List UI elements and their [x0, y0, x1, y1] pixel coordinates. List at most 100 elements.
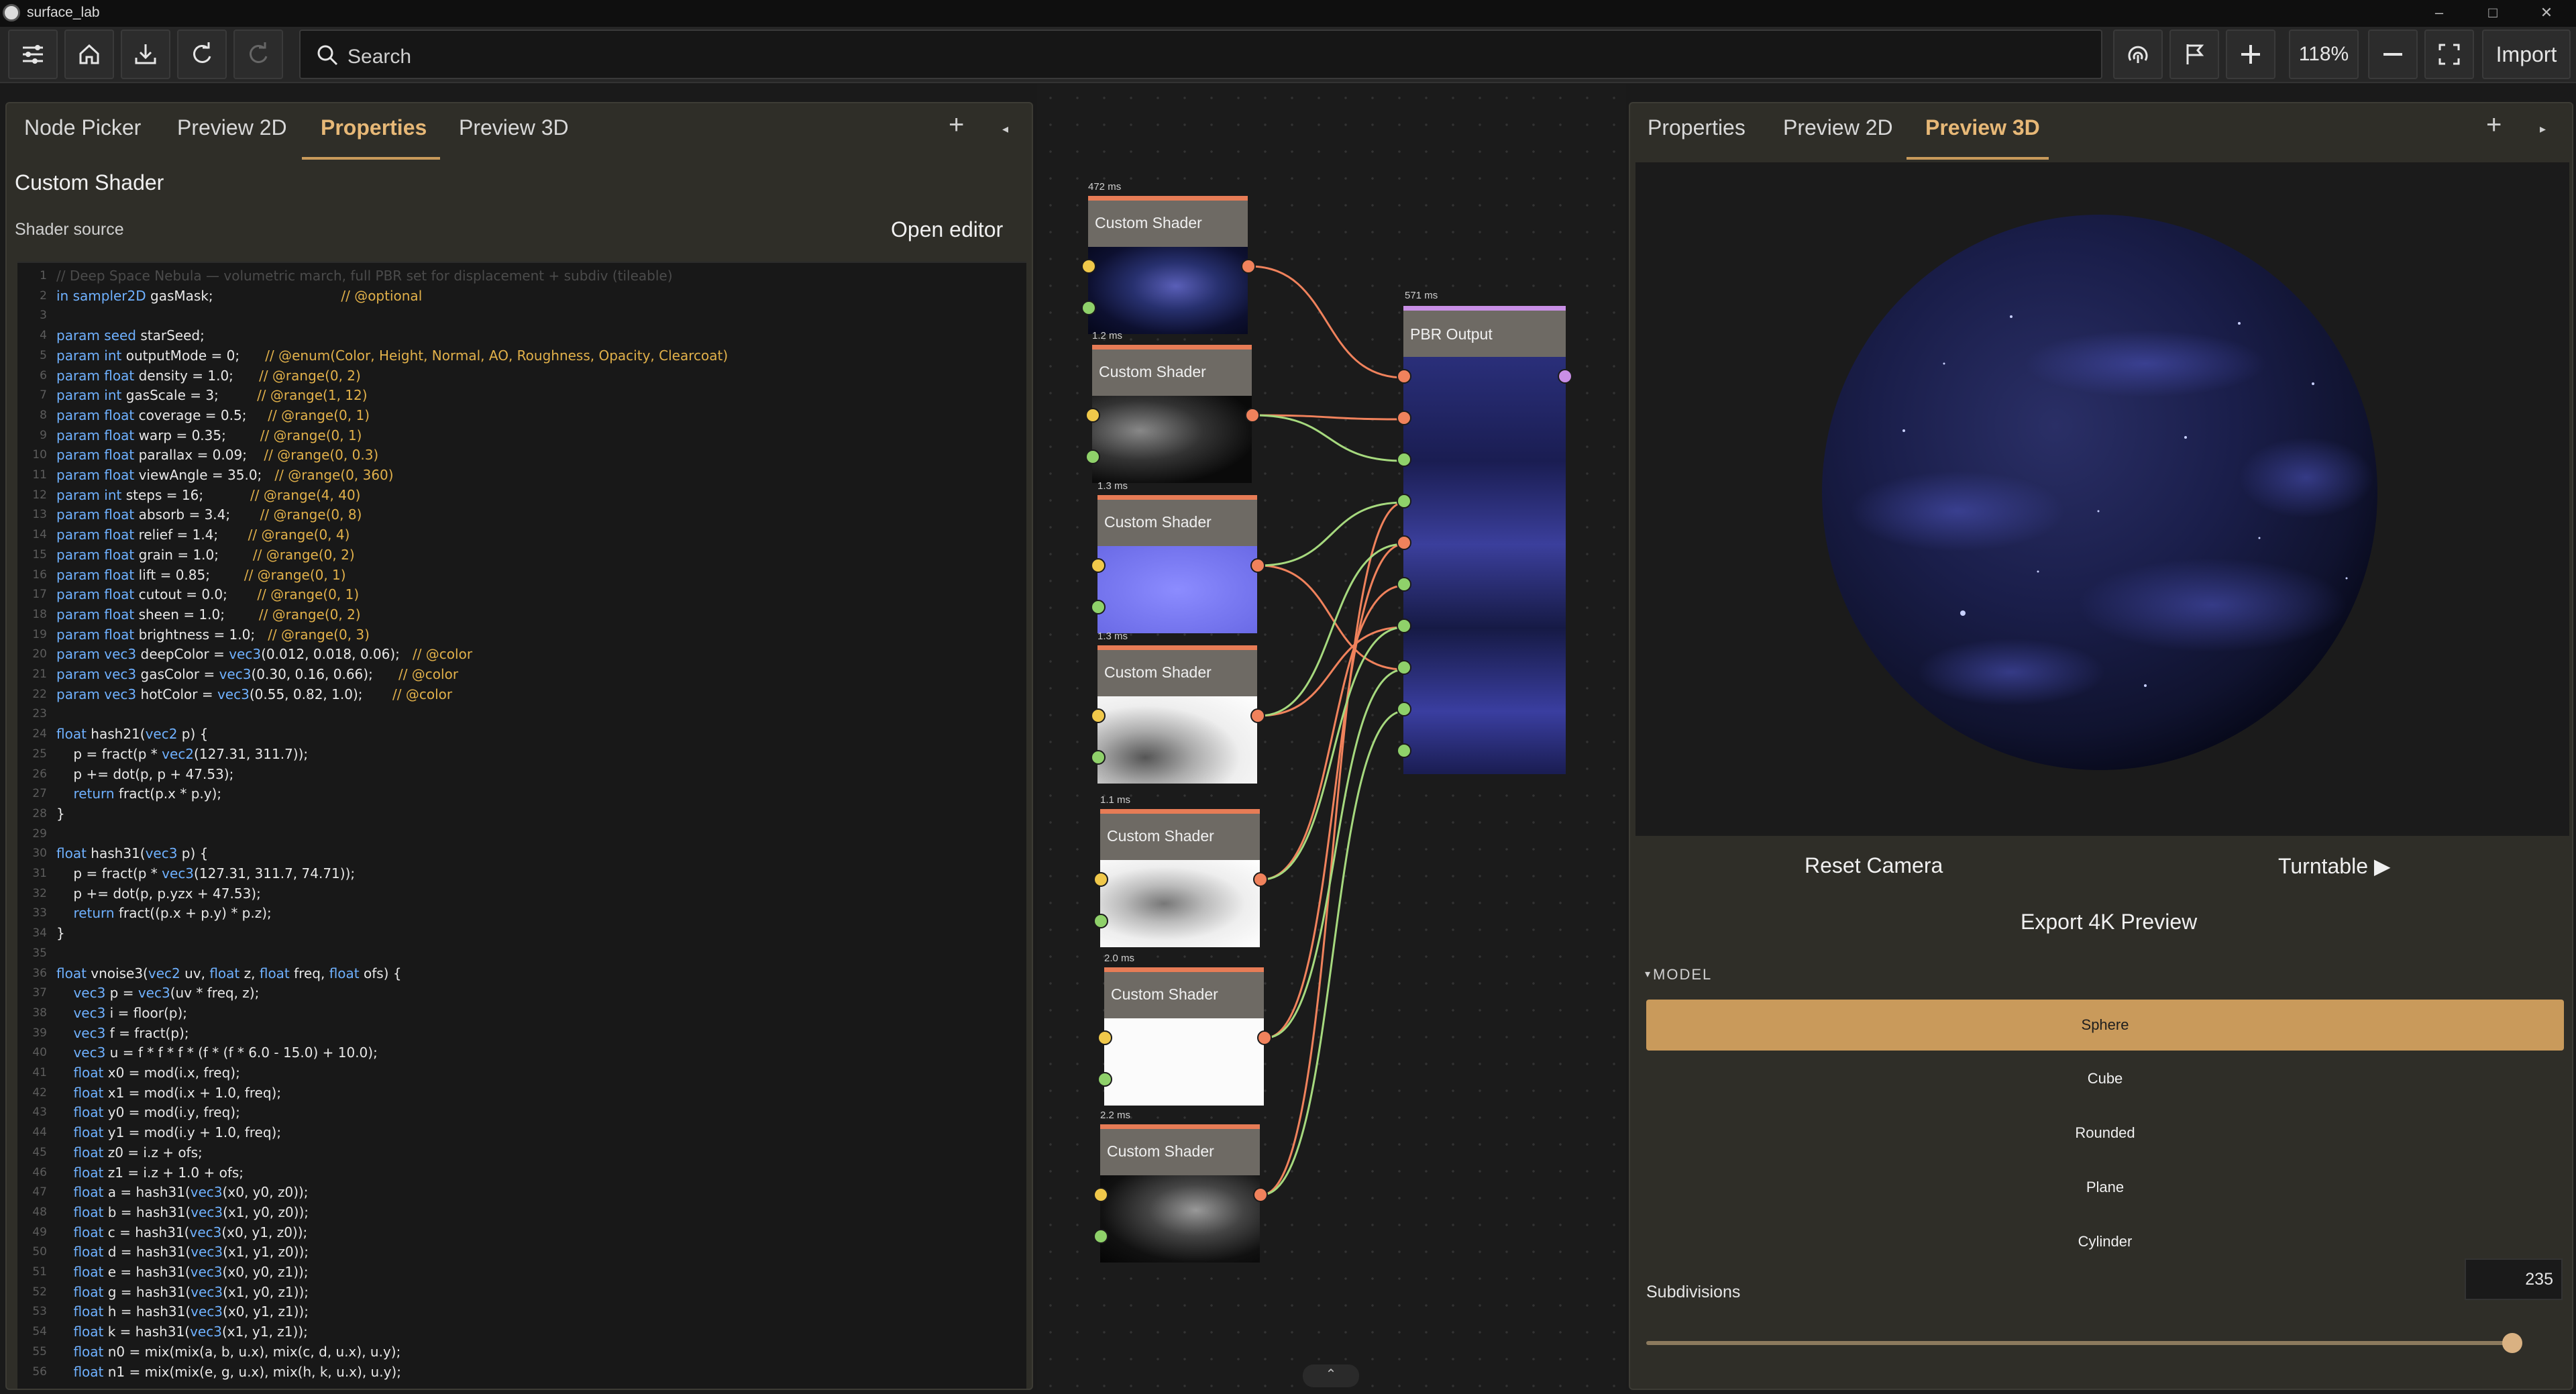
turntable-button[interactable]: Turntable ▶ [2278, 853, 2391, 879]
menu-button[interactable] [8, 30, 58, 79]
shader-source-label: Shader source [15, 220, 124, 239]
input-port[interactable] [1091, 558, 1106, 573]
graph-expand-button[interactable]: ⌃ [1303, 1364, 1359, 1387]
input-port[interactable] [1091, 750, 1106, 765]
input-port[interactable] [1397, 452, 1411, 467]
custom-shader-node-4[interactable]: 1.3 ms Custom Shader [1091, 631, 1265, 784]
input-port[interactable] [1091, 600, 1106, 614]
node-title: Custom Shader [1107, 1142, 1214, 1160]
code-editor[interactable]: 1 // Deep Space Nebula — volumetric march… [17, 262, 1026, 1389]
output-port[interactable] [1250, 708, 1265, 723]
output-port[interactable] [1558, 369, 1572, 384]
model-option-sphere[interactable]: Sphere [1646, 1000, 2564, 1051]
input-port[interactable] [1397, 619, 1411, 633]
input-port[interactable] [1081, 301, 1096, 315]
subdivisions-input[interactable]: 235 [2465, 1258, 2563, 1300]
tab-preview-3d[interactable]: Preview 3D [459, 115, 569, 140]
output-port[interactable] [1253, 872, 1268, 887]
pbr-output-node[interactable]: 571 ms PBR Output [1397, 290, 1572, 774]
input-port[interactable] [1397, 577, 1411, 592]
input-port-height[interactable] [1397, 411, 1411, 425]
sphere-preview [1822, 215, 2377, 770]
3d-viewport[interactable] [1635, 162, 2569, 836]
output-port[interactable] [1250, 558, 1265, 573]
input-port[interactable] [1397, 743, 1411, 758]
zoom-out-button[interactable] [2368, 30, 2418, 79]
tab-properties[interactable]: Properties [1648, 115, 1746, 140]
tab-node-picker[interactable]: Node Picker [24, 115, 141, 140]
node-title: Custom Shader [1104, 663, 1212, 681]
add-tab-button[interactable]: + [2486, 110, 2502, 140]
search-input[interactable]: Search [299, 30, 2102, 79]
output-port[interactable] [1257, 1030, 1272, 1045]
input-port[interactable] [1397, 702, 1411, 716]
line-number: 32 [32, 886, 47, 900]
input-port-normal[interactable] [1397, 535, 1411, 550]
model-section-header[interactable]: MODEL [1653, 966, 1712, 983]
left-panel: Node Picker Preview 2D Properties Previe… [5, 102, 1033, 1390]
model-option-plane[interactable]: Plane [1646, 1162, 2564, 1213]
input-port[interactable] [1093, 872, 1108, 887]
download-button[interactable] [121, 30, 170, 79]
export-preview-button[interactable]: Export 4K Preview [2021, 910, 2197, 934]
input-port[interactable] [1097, 1030, 1112, 1045]
tab-preview-2d[interactable]: Preview 2D [1783, 115, 1893, 140]
custom-shader-node-3[interactable]: 1.3 ms Custom Shader [1091, 480, 1265, 633]
code-text: float b = hash31(vec3(x1, y0, z0)); [73, 1203, 309, 1220]
model-option-cylinder[interactable]: Cylinder [1646, 1216, 2564, 1267]
input-port[interactable] [1397, 660, 1411, 675]
input-port-color[interactable] [1397, 369, 1411, 384]
close-button[interactable]: ✕ [2526, 0, 2567, 27]
tab-properties[interactable]: Properties [321, 115, 427, 140]
home-button[interactable] [64, 30, 114, 79]
input-port[interactable] [1097, 1072, 1112, 1087]
custom-shader-node-6[interactable]: 2.0 ms Custom Shader [1097, 953, 1272, 1106]
output-port[interactable] [1253, 1187, 1268, 1202]
collapse-panel-button[interactable]: ◂ [1002, 122, 1008, 136]
input-port[interactable] [1085, 449, 1100, 464]
add-tab-button[interactable]: + [949, 110, 964, 140]
node-title: Custom Shader [1099, 363, 1206, 380]
code-text: param float lift = 0.85; // @range(0, 1) [56, 566, 346, 583]
tab-preview-2d[interactable]: Preview 2D [177, 115, 287, 140]
refresh-button[interactable] [233, 30, 283, 79]
fingerprint-button[interactable] [2113, 30, 2163, 79]
input-port[interactable] [1093, 914, 1108, 928]
import-button[interactable]: Import [2482, 30, 2571, 79]
redo-button[interactable] [177, 30, 227, 79]
input-port[interactable] [1081, 259, 1096, 274]
collapse-model-icon[interactable]: ▾ [1645, 967, 1650, 981]
tab-preview-3d[interactable]: Preview 3D [1925, 115, 2040, 140]
minimize-button[interactable]: – [2419, 0, 2459, 27]
line-number: 7 [40, 388, 47, 403]
subdivisions-slider[interactable] [1646, 1341, 2510, 1345]
model-option-cube[interactable]: Cube [1646, 1053, 2564, 1104]
flag-button[interactable] [2169, 30, 2219, 79]
reset-camera-button[interactable]: Reset Camera [1805, 853, 1943, 878]
zoom-in-button[interactable] [2226, 30, 2275, 79]
output-port[interactable] [1245, 408, 1260, 423]
custom-shader-node-5[interactable]: 1.1 ms Custom Shader [1093, 794, 1268, 947]
collapse-panel-button[interactable]: ▸ [2540, 122, 2546, 136]
open-editor-button[interactable]: Open editor [891, 217, 1003, 242]
input-port[interactable] [1091, 708, 1106, 723]
connection-wire [1249, 265, 1405, 379]
model-option-rounded[interactable]: Rounded [1646, 1108, 2564, 1159]
input-port[interactable] [1397, 494, 1411, 508]
code-text: param vec3 hotColor = vec3(0.55, 0.82, 1… [56, 686, 453, 702]
custom-shader-node-1[interactable]: 472 ms Custom Shader [1081, 181, 1256, 334]
input-port[interactable] [1093, 1229, 1108, 1244]
custom-shader-node-7[interactable]: 2.2 ms Custom Shader [1093, 1110, 1268, 1263]
output-port[interactable] [1241, 259, 1256, 274]
input-port[interactable] [1085, 408, 1100, 423]
line-number: 16 [32, 568, 47, 582]
code-text: in sampler2D gasMask; // @optional [56, 287, 423, 304]
maximize-button[interactable]: □ [2473, 0, 2513, 27]
connection-wire [1258, 501, 1405, 567]
custom-shader-node-2[interactable]: 1.2 ms Custom Shader [1085, 330, 1260, 483]
fit-view-button[interactable] [2424, 30, 2474, 79]
code-text: float hash31(vec3 p) { [56, 845, 209, 862]
subdivisions-slider-handle[interactable] [2502, 1333, 2522, 1353]
line-number: 24 [32, 727, 47, 741]
input-port[interactable] [1093, 1187, 1108, 1202]
